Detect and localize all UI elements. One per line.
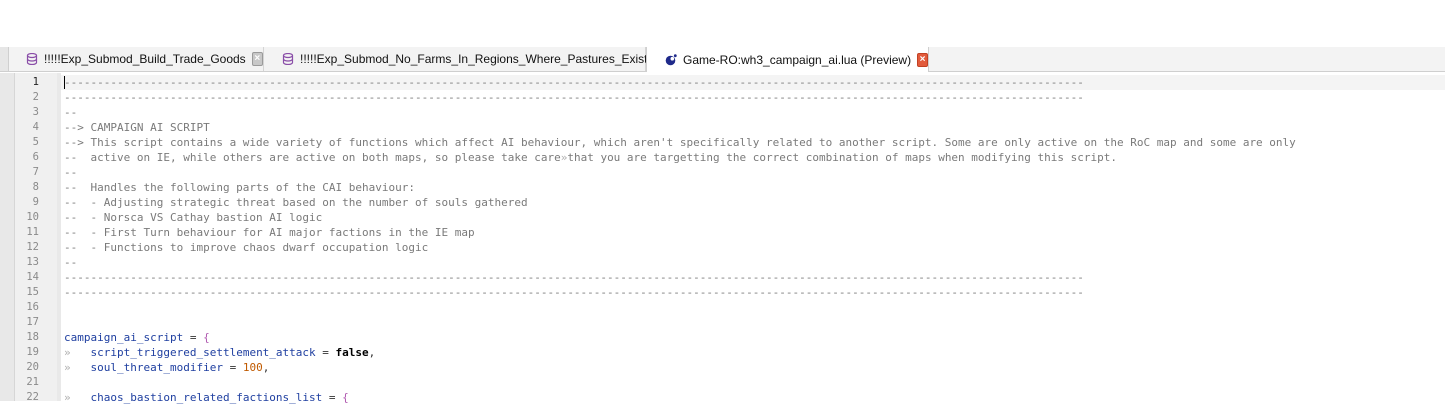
line-number: 2 bbox=[32, 91, 39, 103]
code-line-comment: ----------------------------------------… bbox=[64, 76, 1084, 89]
line-number: 19 bbox=[26, 346, 39, 358]
tab-label: !!!!!Exp_Submod_No_Farms_In_Regions_Wher… bbox=[300, 52, 648, 66]
database-icon bbox=[26, 53, 38, 65]
brace: { bbox=[203, 331, 210, 344]
tab-build-trade-goods[interactable]: !!!!!Exp_Submod_Build_Trade_Goods × bbox=[8, 47, 264, 71]
line-number: 14 bbox=[26, 271, 39, 283]
code-line-comment: -- - First Turn behaviour for AI major f… bbox=[64, 226, 475, 239]
lua-file-icon bbox=[665, 53, 677, 66]
tab-no-farms-in-regions[interactable]: !!!!!Exp_Submod_No_Farms_In_Regions_Wher… bbox=[264, 47, 662, 71]
tab-label: !!!!!Exp_Submod_Build_Trade_Goods bbox=[44, 52, 246, 66]
line-number: 22 bbox=[26, 391, 39, 403]
tab-bar: !!!!!Exp_Submod_Build_Trade_Goods × !!!!… bbox=[0, 47, 1445, 72]
number: 100 bbox=[242, 361, 263, 374]
line-number: 11 bbox=[26, 226, 39, 238]
line-number: 9 bbox=[32, 196, 39, 208]
comment-text: that you are targetting the correct comb… bbox=[567, 151, 1118, 164]
line-number: 6 bbox=[32, 151, 39, 163]
line-number: 7 bbox=[32, 166, 39, 178]
tab-marker: » bbox=[64, 346, 71, 359]
fold-margin[interactable] bbox=[57, 73, 61, 401]
identifier: campaign_ai_script bbox=[64, 331, 184, 344]
punctuation: , bbox=[262, 361, 270, 374]
line-number: 3 bbox=[32, 106, 39, 118]
identifier: soul_threat_modifier bbox=[90, 361, 223, 374]
code-line-comment: -- active on IE, while others are active… bbox=[64, 150, 1117, 165]
operator: = bbox=[183, 331, 204, 344]
identifier: chaos_bastion_related_factions_list bbox=[90, 391, 323, 404]
operator: = bbox=[222, 361, 243, 374]
tab-marker: » bbox=[64, 391, 71, 404]
code-line-comment: -- Handles the following parts of the CA… bbox=[64, 181, 415, 194]
code-line-comment: ----------------------------------------… bbox=[64, 271, 1084, 284]
brace: { bbox=[342, 391, 349, 404]
code-line: » script_triggered_settlement_attack = f… bbox=[64, 345, 375, 360]
editor-side-strip bbox=[0, 73, 15, 401]
line-number: 10 bbox=[26, 211, 39, 223]
line-number: 13 bbox=[26, 256, 39, 268]
operator: = bbox=[322, 391, 343, 404]
code-line-comment: -- - Norsca VS Cathay bastion AI logic bbox=[64, 211, 323, 224]
line-number: 12 bbox=[26, 241, 39, 253]
tab-label: Game-RO:wh3_campaign_ai.lua (Preview) bbox=[683, 52, 912, 67]
code-line: » soul_threat_modifier = 100, bbox=[64, 360, 269, 375]
identifier: script_triggered_settlement_attack bbox=[90, 346, 316, 359]
comment-text: -- active on IE, while others are active… bbox=[64, 151, 561, 164]
code-line-comment: -- bbox=[64, 106, 78, 119]
tab-marker: » bbox=[64, 361, 71, 374]
close-tab-icon[interactable]: × bbox=[251, 52, 263, 66]
operator: = bbox=[315, 346, 336, 359]
line-number: 21 bbox=[26, 376, 39, 388]
line-number: 18 bbox=[26, 331, 39, 343]
code-line: campaign_ai_script = { bbox=[64, 330, 210, 345]
line-number: 20 bbox=[26, 361, 39, 373]
line-number: 5 bbox=[32, 136, 39, 148]
code-line-comment: --> CAMPAIGN AI SCRIPT bbox=[64, 121, 210, 134]
line-number: 17 bbox=[26, 316, 39, 328]
code-line-comment: -- bbox=[64, 256, 78, 269]
code-line-comment: -- - Adjusting strategic threat based on… bbox=[64, 196, 528, 209]
code-line-comment: -- bbox=[64, 166, 78, 179]
line-number: 15 bbox=[26, 286, 39, 298]
code-line-comment: ----------------------------------------… bbox=[64, 91, 1084, 104]
text-caret bbox=[64, 76, 65, 89]
line-number: 16 bbox=[26, 301, 39, 313]
code-editor[interactable]: 1 2 3 4 5 6 7 8 9 10 11 12 13 14 15 16 1… bbox=[0, 73, 1445, 404]
code-line-comment: --> This script contains a wide variety … bbox=[64, 136, 1296, 149]
window-top-area bbox=[0, 0, 1445, 47]
line-number: 4 bbox=[32, 121, 39, 133]
punctuation: , bbox=[368, 346, 376, 359]
line-number: 1 bbox=[32, 76, 39, 88]
database-icon bbox=[282, 53, 294, 65]
line-number: 8 bbox=[32, 181, 39, 193]
keyword: false bbox=[335, 346, 369, 359]
close-tab-icon[interactable]: × bbox=[917, 52, 928, 67]
code-line: » chaos_bastion_related_factions_list = … bbox=[64, 390, 349, 405]
tab-campaign-ai-lua-preview[interactable]: Game-RO:wh3_campaign_ai.lua (Preview) × bbox=[646, 47, 929, 72]
code-line-comment: ----------------------------------------… bbox=[64, 286, 1084, 299]
code-line-comment: -- - Functions to improve chaos dwarf oc… bbox=[64, 241, 429, 254]
